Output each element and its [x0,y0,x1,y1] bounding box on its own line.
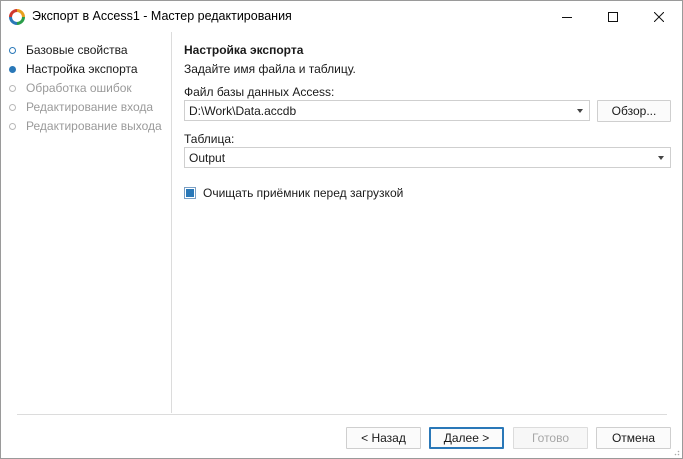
table-label: Таблица: [184,132,235,146]
db-file-combobox[interactable]: D:\Work\Data.accdb [184,100,590,121]
step-export-settings[interactable]: Настройка экспорта [9,61,138,77]
maximize-button[interactable] [590,1,636,32]
step-edit-output: Редактирование выхода [9,118,162,134]
checkbox-checked-icon [186,189,194,197]
step-label: Настройка экспорта [26,62,138,76]
step-label: Редактирование выхода [26,119,162,133]
db-file-value: D:\Work\Data.accdb [189,103,297,118]
minimize-icon [562,16,572,18]
cancel-button[interactable]: Отмена [596,427,671,449]
minimize-button[interactable] [544,1,590,32]
step-label: Обработка ошибок [26,81,132,95]
title-bar[interactable]: Экспорт в Access1 - Мастер редактировани… [1,1,682,32]
step-edit-input: Редактирование входа [9,99,153,115]
resize-grip-icon[interactable] [670,446,680,456]
table-value: Output [189,150,226,165]
step-pending-icon [9,122,16,130]
page-title: Настройка экспорта [184,43,304,57]
back-button[interactable]: < Назад [346,427,421,449]
wizard-window: Экспорт в Access1 - Мастер редактировани… [0,0,683,459]
table-combobox[interactable]: Output [184,147,671,168]
step-current-icon [9,65,16,73]
step-error-handling: Обработка ошибок [9,80,132,96]
vertical-divider [171,32,172,413]
app-logo-icon [9,9,25,25]
step-pending-icon [9,103,16,111]
maximize-icon [608,11,618,22]
step-done-icon [9,46,16,54]
next-button[interactable]: Далее > [429,427,504,449]
window-title: Экспорт в Access1 - Мастер редактировани… [32,9,292,23]
page-subtitle: Задайте имя файла и таблицу. [184,62,356,76]
finish-button: Готово [513,427,588,449]
step-basic-properties[interactable]: Базовые свойства [9,42,128,58]
step-label: Редактирование входа [26,100,154,114]
db-file-label: Файл базы данных Access: [184,85,335,99]
step-label: Базовые свойства [26,43,128,57]
footer-divider [17,414,667,415]
dropdown-arrow-icon[interactable] [658,156,664,160]
clear-receiver-label: Очищать приёмник перед загрузкой [203,186,404,200]
clear-receiver-option[interactable]: Очищать приёмник перед загрузкой [184,186,403,200]
browse-button[interactable]: Обзор... [597,100,671,122]
clear-receiver-checkbox[interactable] [184,187,196,199]
close-icon [654,11,664,22]
dropdown-arrow-icon[interactable] [577,109,583,113]
step-pending-icon [9,84,16,92]
close-button[interactable] [636,1,682,32]
